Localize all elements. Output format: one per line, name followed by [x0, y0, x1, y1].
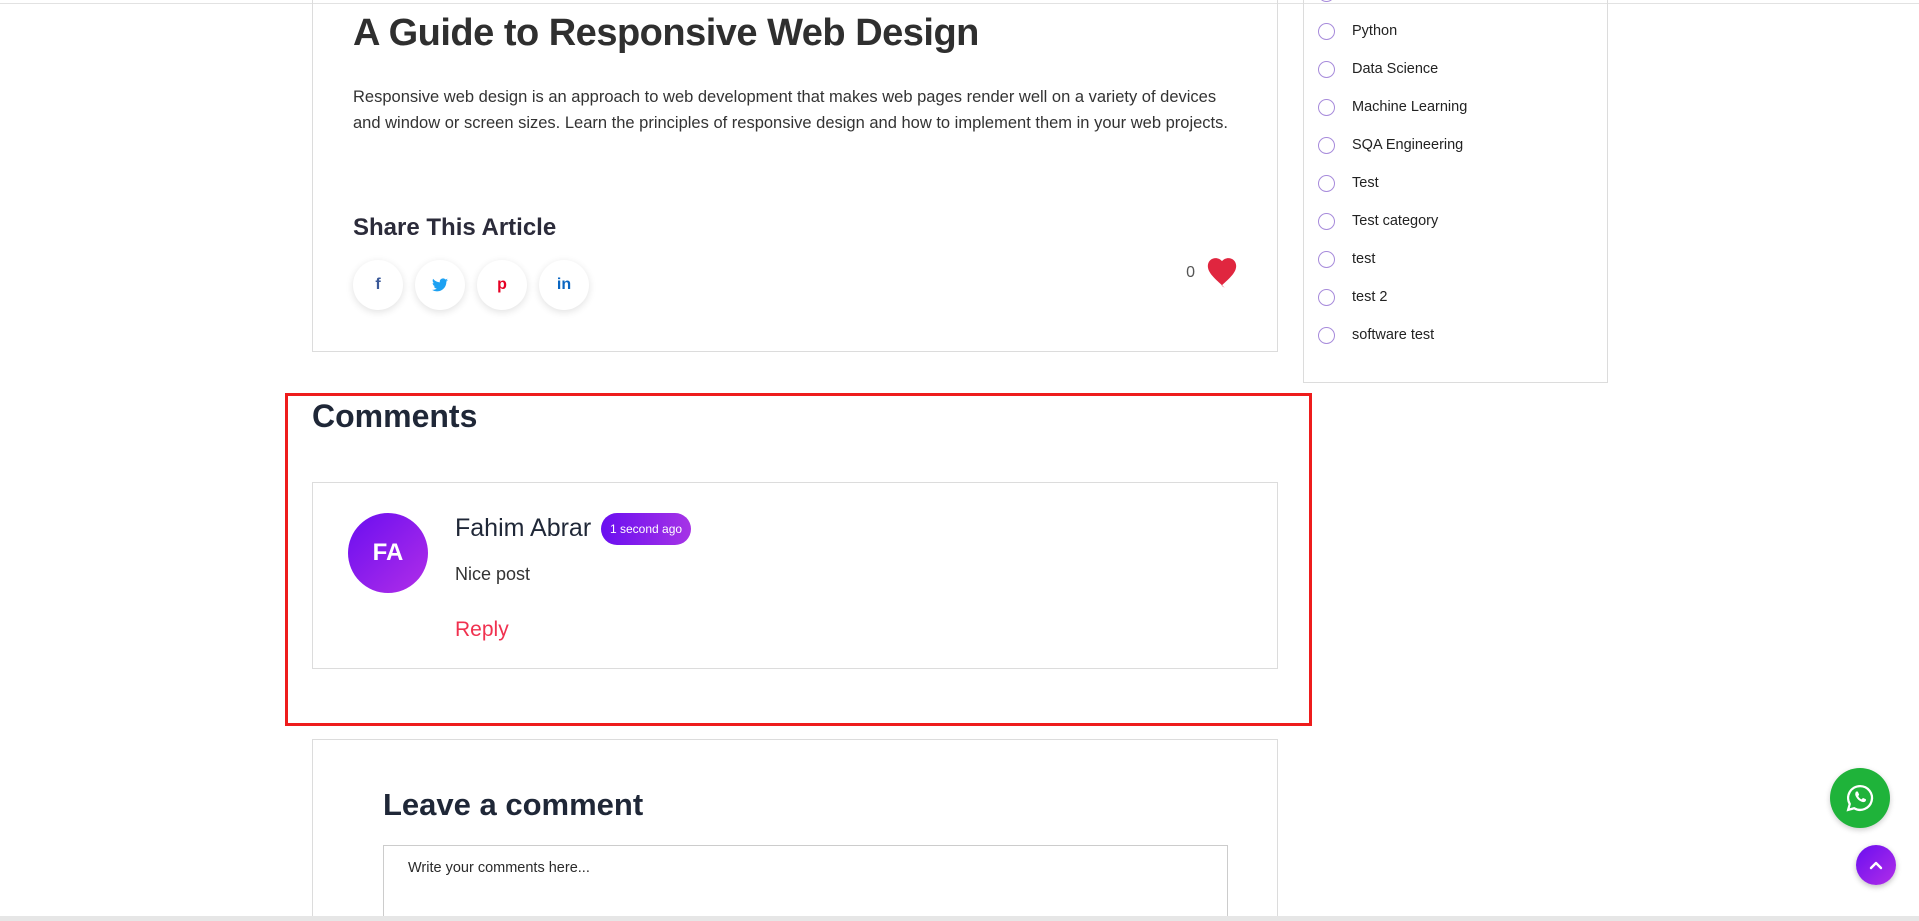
share-heading: Share This Article — [353, 214, 557, 241]
heart-icon[interactable] — [1205, 258, 1239, 288]
category-radio[interactable] — [1318, 60, 1335, 78]
category-item[interactable]: software test — [1318, 316, 1467, 354]
category-radio[interactable] — [1318, 0, 1335, 2]
reply-button[interactable]: Reply — [455, 618, 509, 642]
category-radio[interactable] — [1318, 212, 1335, 230]
comment-author: Fahim Abrar — [455, 514, 592, 542]
category-radio[interactable] — [1318, 98, 1335, 116]
category-radio[interactable] — [1318, 250, 1335, 268]
leave-comment-card: Leave a comment — [312, 739, 1278, 921]
category-label: test — [1352, 251, 1376, 267]
category-label: Laravel — [1352, 0, 1400, 1]
category-item[interactable]: Python — [1318, 12, 1467, 50]
like-widget: 0 — [1186, 258, 1239, 288]
category-item[interactable]: Machine Learning — [1318, 88, 1467, 126]
category-label: Data Science — [1352, 61, 1439, 77]
linkedin-icon: in — [556, 276, 572, 293]
category-label: software test — [1352, 327, 1435, 343]
category-label: Test category — [1352, 213, 1439, 229]
category-radio[interactable] — [1318, 22, 1335, 40]
share-buttons: f p in — [353, 260, 589, 310]
comment-textarea[interactable] — [383, 845, 1228, 921]
blog-page: A Guide to Responsive Web Design Respons… — [0, 0, 1919, 921]
share-pinterest-button[interactable]: p — [477, 260, 527, 310]
category-label: Machine Learning — [1352, 99, 1468, 115]
category-label: Python — [1352, 23, 1398, 39]
share-twitter-button[interactable] — [415, 260, 465, 310]
share-facebook-button[interactable]: f — [353, 260, 403, 310]
category-label: test 2 — [1352, 289, 1388, 305]
pinterest-icon: p — [497, 276, 507, 293]
category-item[interactable]: Test category — [1318, 202, 1467, 240]
avatar: FA — [348, 513, 428, 593]
category-item[interactable]: SQA Engineering — [1318, 126, 1467, 164]
whatsapp-icon — [1846, 784, 1874, 812]
category-label: Test — [1352, 175, 1379, 191]
category-item[interactable]: Data Science — [1318, 50, 1467, 88]
category-item[interactable]: test 2 — [1318, 278, 1467, 316]
category-radio[interactable] — [1318, 136, 1335, 154]
category-item[interactable]: Test — [1318, 164, 1467, 202]
category-radio[interactable] — [1318, 326, 1335, 344]
category-label: SQA Engineering — [1352, 137, 1464, 153]
comment-text: Nice post — [455, 564, 531, 584]
whatsapp-button[interactable] — [1830, 768, 1890, 828]
scroll-to-top-button[interactable] — [1856, 845, 1896, 885]
comments-heading: Comments — [312, 398, 478, 434]
twitter-icon — [432, 278, 448, 292]
facebook-icon: f — [375, 276, 381, 293]
category-item[interactable]: test — [1318, 240, 1467, 278]
like-count: 0 — [1186, 264, 1195, 281]
share-linkedin-button[interactable]: in — [539, 260, 589, 310]
leave-comment-heading: Leave a comment — [383, 787, 644, 822]
category-list: Laravel Python Data Science Machine Learnin… — [1318, 0, 1467, 354]
bottom-divider — [0, 916, 1919, 921]
article-title: A Guide to Responsive Web Design — [353, 12, 979, 54]
comment-card: FA Fahim Abrar 1 second ago Nice post Re… — [312, 482, 1278, 669]
category-item[interactable]: Laravel — [1318, 0, 1467, 12]
category-radio[interactable] — [1318, 174, 1335, 192]
article-description: Responsive web design is an approach to … — [353, 88, 1228, 132]
categories-sidebar: Laravel Python Data Science Machine Learnin… — [1303, 0, 1608, 383]
comment-time-badge: 1 second ago — [601, 513, 692, 545]
article-card: A Guide to Responsive Web Design Respons… — [312, 0, 1278, 352]
category-radio[interactable] — [1318, 288, 1335, 306]
chevron-up-icon — [1869, 861, 1883, 870]
